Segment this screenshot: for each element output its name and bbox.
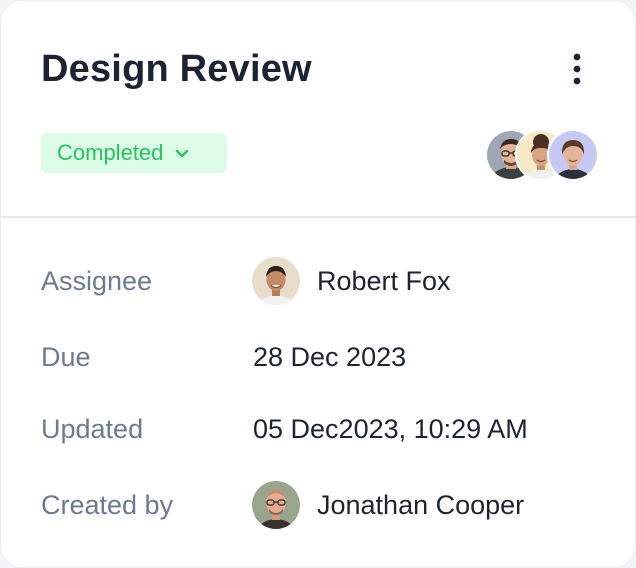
card-header: Design Review Completed bbox=[1, 1, 636, 217]
more-options-button[interactable] bbox=[557, 47, 597, 91]
created-by-label: Created by bbox=[41, 490, 174, 520]
collaborator-avatars[interactable] bbox=[485, 129, 599, 181]
avatar[interactable] bbox=[252, 481, 300, 529]
created-by-value: Jonathan Cooper bbox=[317, 490, 525, 520]
avatar[interactable] bbox=[252, 257, 300, 305]
more-vertical-icon bbox=[573, 53, 581, 85]
due-label: Due bbox=[41, 342, 91, 372]
assignee-label: Assignee bbox=[41, 266, 153, 296]
status-label: Completed bbox=[57, 140, 164, 165]
updated-label: Updated bbox=[41, 414, 144, 444]
assignee-value: Robert Fox bbox=[317, 266, 451, 296]
avatar[interactable] bbox=[547, 129, 599, 181]
status-dropdown[interactable]: Completed bbox=[41, 133, 227, 173]
header-divider bbox=[1, 216, 636, 218]
updated-value: 05 Dec2023, 10:29 AM bbox=[253, 414, 528, 444]
task-card: Design Review Completed Assignee Robert … bbox=[0, 0, 636, 568]
card-title: Design Review bbox=[41, 48, 312, 90]
due-value: 28 Dec 2023 bbox=[253, 342, 407, 372]
chevron-down-icon bbox=[173, 144, 191, 162]
